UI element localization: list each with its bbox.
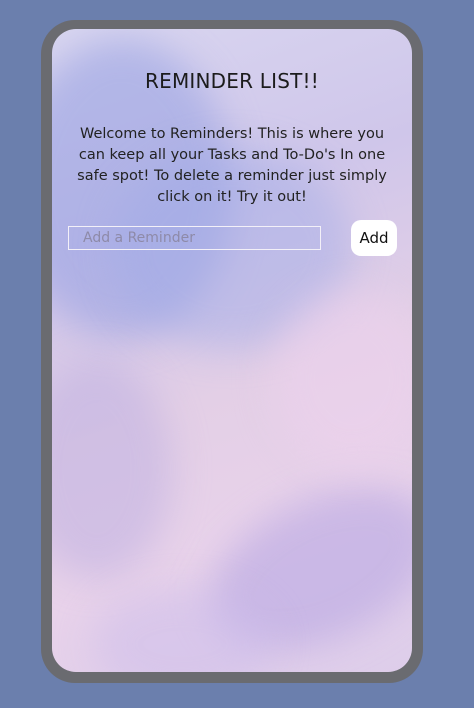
add-button[interactable]: Add: [351, 220, 397, 256]
phone-frame: REMINDER LIST!! Welcome to Reminders! Th…: [41, 20, 423, 683]
intro-text: Welcome to Reminders! This is where you …: [77, 126, 387, 205]
app-content: REMINDER LIST!! Welcome to Reminders! Th…: [52, 29, 412, 672]
page-title: REMINDER LIST!!: [145, 69, 319, 93]
reminder-input[interactable]: [68, 226, 321, 250]
app-screen: REMINDER LIST!! Welcome to Reminders! Th…: [52, 29, 412, 672]
